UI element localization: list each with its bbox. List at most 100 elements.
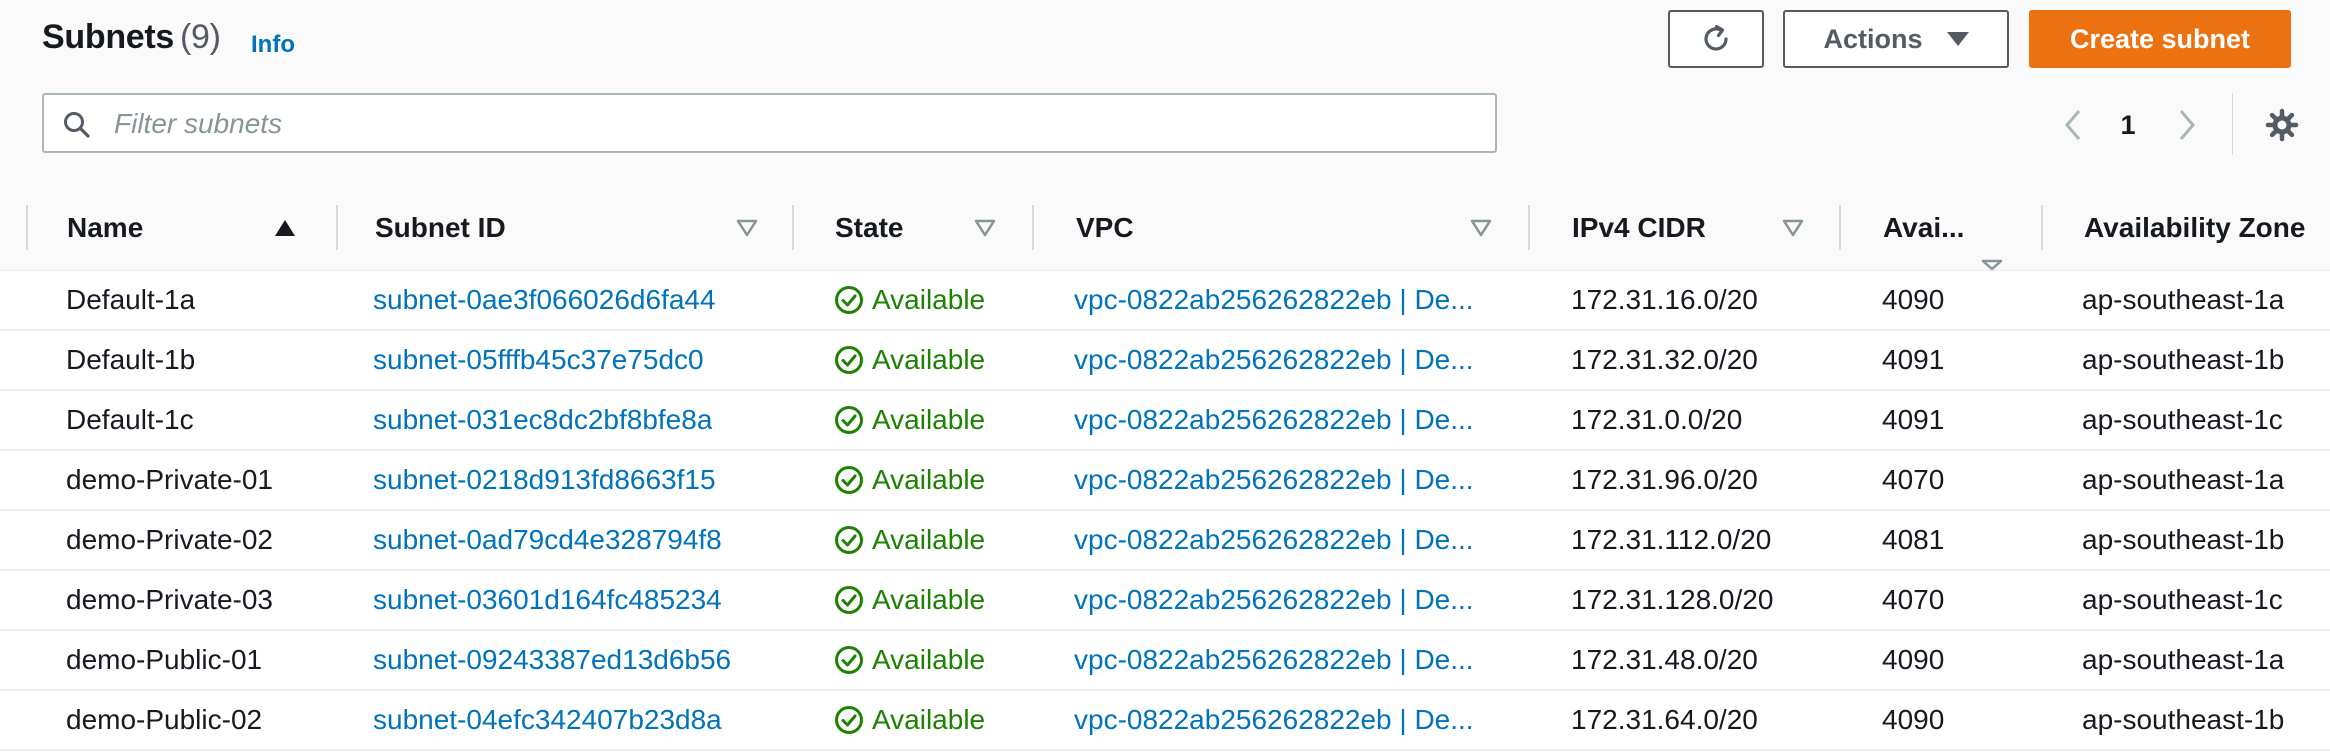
column-label-availability-zone: Availability Zone [2084, 211, 2306, 243]
column-header-name[interactable]: Name [28, 185, 338, 270]
vpc-link[interactable]: vpc-0822ab256262822eb | De... [1074, 631, 1534, 689]
table-row[interactable]: Default-1b subnet-05fffb45c37e75dc0 Avai… [0, 331, 2330, 391]
cell-available-ips: 4090 [1882, 284, 1945, 315]
cell-name: demo-Public-02 [66, 704, 263, 735]
subnet-id-link[interactable]: subnet-0ad79cd4e328794f8 [373, 511, 722, 569]
check-circle-icon [835, 406, 863, 434]
page-number-1[interactable]: 1 [2108, 100, 2148, 150]
sort-ascending-icon[interactable] [274, 219, 296, 237]
subnet-id-link[interactable]: subnet-0ae3f066026d6fa44 [373, 271, 716, 329]
vpc-text: vpc-0822ab256262822eb | De... [1074, 704, 1474, 735]
table-header: Name Subnet ID State VPC IPv4 CIDR Avai.… [0, 185, 2330, 271]
table-row[interactable]: demo-Private-01 subnet-0218d913fd8663f15… [0, 451, 2330, 511]
vpc-link[interactable]: vpc-0822ab256262822eb | De... [1074, 271, 1534, 329]
sort-indicator-icon[interactable] [1981, 259, 2003, 270]
state-text: Available [872, 464, 986, 495]
chevron-right-icon [2179, 110, 2195, 140]
check-circle-icon [835, 586, 863, 614]
table-header-panel: Subnets(9) Info Actions Create subnet 1 [0, 0, 2330, 186]
cell-available-ips: 4070 [1882, 464, 1945, 495]
subnet-id-link[interactable]: subnet-03601d164fc485234 [373, 571, 722, 629]
chevron-left-icon [2065, 110, 2081, 140]
vpc-link[interactable]: vpc-0822ab256262822eb | De... [1074, 511, 1534, 569]
cell-ipv4-cidr: 172.31.112.0/20 [1571, 524, 1772, 555]
vpc-text: vpc-0822ab256262822eb | De... [1074, 524, 1474, 555]
cell-name: demo-Private-03 [66, 584, 273, 615]
column-header-state[interactable]: State [794, 185, 1034, 270]
sort-indicator-icon[interactable] [736, 219, 758, 237]
cell-state: Available [834, 691, 985, 749]
vpc-link[interactable]: vpc-0822ab256262822eb | De... [1074, 391, 1534, 449]
cell-state: Available [834, 451, 985, 509]
column-header-subnet-id[interactable]: Subnet ID [338, 185, 794, 270]
vpc-link[interactable]: vpc-0822ab256262822eb | De... [1074, 691, 1534, 749]
vpc-text: vpc-0822ab256262822eb | De... [1074, 584, 1474, 615]
cell-name: Default-1b [66, 344, 196, 375]
state-text: Available [872, 524, 986, 555]
state-text: Available [872, 644, 986, 675]
filter-search-box[interactable] [42, 93, 1497, 153]
vpc-link[interactable]: vpc-0822ab256262822eb | De... [1074, 451, 1534, 509]
column-header-ipv4-cidr[interactable]: IPv4 CIDR [1530, 185, 1841, 270]
table-row[interactable]: Default-1c subnet-031ec8dc2bf8bfe8a Avai… [0, 391, 2330, 451]
subnet-id-link[interactable]: subnet-031ec8dc2bf8bfe8a [373, 391, 712, 449]
cell-available-ips: 4090 [1882, 704, 1945, 735]
cell-available-ips: 4091 [1882, 404, 1945, 435]
subnet-id-link[interactable]: subnet-05fffb45c37e75dc0 [373, 331, 704, 389]
vpc-text: vpc-0822ab256262822eb | De... [1074, 344, 1474, 375]
pager-divider [2232, 93, 2233, 155]
subnet-id-link[interactable]: subnet-09243387ed13d6b56 [373, 631, 731, 689]
check-circle-icon [835, 526, 863, 554]
column-label-available-ips: Avai... [1883, 211, 1965, 243]
cell-name: demo-Private-01 [66, 464, 273, 495]
state-text: Available [872, 704, 986, 735]
sort-indicator-icon[interactable] [1470, 219, 1492, 237]
cell-availability-zone: ap-southeast-1a [2082, 464, 2285, 495]
create-subnet-button[interactable]: Create subnet [2029, 10, 2291, 68]
cell-name: Default-1c [66, 404, 194, 435]
table-row[interactable]: demo-Public-02 subnet-04efc342407b23d8a … [0, 691, 2330, 751]
table-row[interactable]: demo-Public-01 subnet-09243387ed13d6b56 … [0, 631, 2330, 691]
state-text: Available [872, 344, 986, 375]
cell-state: Available [834, 391, 985, 449]
actions-label: Actions [1823, 23, 1923, 54]
vpc-link[interactable]: vpc-0822ab256262822eb | De... [1074, 331, 1534, 389]
table-row[interactable]: demo-Private-02 subnet-0ad79cd4e328794f8… [0, 511, 2330, 571]
page-title: Subnets (9) [42, 18, 221, 57]
next-page-button[interactable] [2172, 100, 2202, 150]
cell-ipv4-cidr: 172.31.96.0/20 [1571, 464, 1758, 495]
state-text: Available [872, 404, 986, 435]
sort-indicator-icon[interactable] [974, 219, 996, 237]
cell-available-ips: 4090 [1882, 644, 1945, 675]
cell-ipv4-cidr: 172.31.32.0/20 [1571, 344, 1758, 375]
preferences-button[interactable] [2262, 100, 2302, 150]
previous-page-button[interactable] [2058, 100, 2088, 150]
table-row[interactable]: demo-Private-03 subnet-03601d164fc485234… [0, 571, 2330, 631]
cell-ipv4-cidr: 172.31.16.0/20 [1571, 284, 1758, 315]
column-label-ipv4-cidr: IPv4 CIDR [1572, 211, 1706, 243]
refresh-button[interactable] [1668, 10, 1764, 68]
table-row[interactable]: Default-1a subnet-0ae3f066026d6fa44 Avai… [0, 271, 2330, 331]
cell-available-ips: 4081 [1882, 524, 1945, 555]
sort-indicator-icon[interactable] [1782, 219, 1804, 237]
vpc-text: vpc-0822ab256262822eb | De... [1074, 644, 1474, 675]
cell-availability-zone: ap-southeast-1b [2082, 344, 2285, 375]
cell-availability-zone: ap-southeast-1a [2082, 284, 2285, 315]
vpc-link[interactable]: vpc-0822ab256262822eb | De... [1074, 571, 1534, 629]
cell-availability-zone: ap-southeast-1b [2082, 704, 2285, 735]
subnet-id-link[interactable]: subnet-0218d913fd8663f15 [373, 451, 716, 509]
cell-ipv4-cidr: 172.31.48.0/20 [1571, 644, 1758, 675]
info-link[interactable]: Info [251, 31, 295, 59]
column-header-availability-zone[interactable]: Availability Zone [2043, 185, 2330, 270]
check-circle-icon [835, 466, 863, 494]
actions-button[interactable]: Actions [1783, 10, 2009, 68]
column-header-available-ips[interactable]: Avai... [1841, 185, 2043, 270]
search-input[interactable] [112, 101, 1476, 147]
column-label-name: Name [67, 211, 144, 243]
state-text: Available [872, 584, 986, 615]
column-header-vpc[interactable]: VPC [1034, 185, 1530, 270]
cell-availability-zone: ap-southeast-1c [2082, 584, 2283, 615]
gear-icon [2265, 108, 2299, 142]
cell-ipv4-cidr: 172.31.0.0/20 [1571, 404, 1743, 435]
subnet-id-link[interactable]: subnet-04efc342407b23d8a [373, 691, 722, 749]
